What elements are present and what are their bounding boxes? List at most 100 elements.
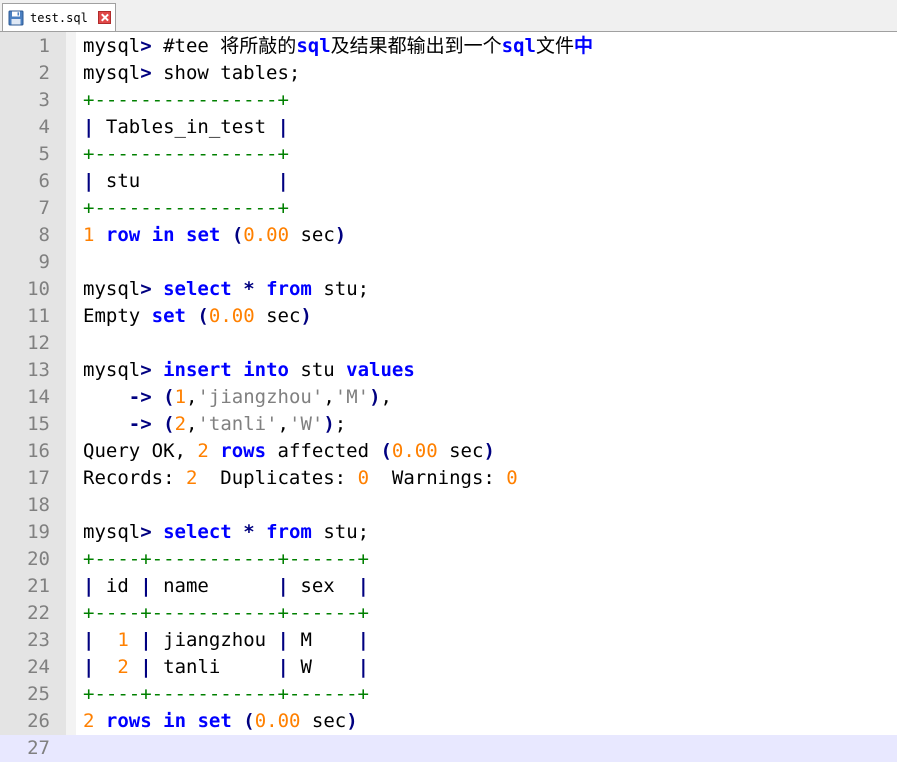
code-line[interactable]: 4 | Tables_in_test | bbox=[0, 114, 897, 141]
code-text: mysql> insert into stu values bbox=[83, 357, 415, 384]
code-line[interactable]: 21 | id | name | sex | bbox=[0, 573, 897, 600]
code-token: sec bbox=[437, 440, 484, 462]
code-token: 2 bbox=[83, 710, 95, 732]
code-line[interactable]: 16 Query OK, 2 rows affected (0.00 sec) bbox=[0, 438, 897, 465]
code-token: tanli bbox=[151, 656, 278, 678]
code-token: affected bbox=[266, 440, 381, 462]
code-token: id bbox=[94, 575, 141, 597]
code-line[interactable]: 24 | 2 | tanli | W | bbox=[0, 654, 897, 681]
code-line[interactable]: 19 mysql> select * from stu; bbox=[0, 519, 897, 546]
code-text: Records: 2 Duplicates: 0 Warnings: 0 bbox=[83, 465, 518, 492]
code-token: sql bbox=[501, 35, 536, 57]
code-token: ) bbox=[369, 386, 381, 408]
code-text: | Tables_in_test | bbox=[83, 114, 289, 141]
code-line[interactable]: 13 mysql> insert into stu values bbox=[0, 357, 897, 384]
line-number: 10 bbox=[27, 278, 50, 300]
code-token: 0 bbox=[357, 467, 370, 489]
code-line[interactable]: 10 mysql> select * from stu; bbox=[0, 276, 897, 303]
code-line[interactable]: 8 1 row in set (0.00 sec) bbox=[0, 222, 897, 249]
code-token: into bbox=[243, 359, 289, 381]
line-number: 20 bbox=[27, 548, 50, 570]
line-number: 2 bbox=[38, 62, 50, 84]
code-token: * bbox=[243, 521, 255, 543]
code-text: +----------------+ bbox=[83, 87, 289, 114]
code-token: 将所敲的 bbox=[220, 35, 297, 57]
code-line[interactable]: 6 | stu | bbox=[0, 168, 897, 195]
code-line[interactable]: 7 +----------------+ bbox=[0, 195, 897, 222]
code-editor[interactable]: 1 mysql> #tee 将所敲的sql及结果都输出到一个sql文件中 2 mysq… bbox=[0, 32, 897, 762]
code-text: | stu | bbox=[83, 168, 289, 195]
code-text: +----+-----------+------+ bbox=[83, 681, 369, 708]
code-token: > bbox=[140, 359, 152, 381]
code-line[interactable]: 27 bbox=[0, 735, 897, 762]
code-token: stu; bbox=[311, 521, 370, 543]
line-number: 19 bbox=[27, 521, 50, 543]
code-text: | 1 | jiangzhou | M | bbox=[83, 627, 369, 654]
code-token: +----------------+ bbox=[83, 197, 289, 219]
code-token: | bbox=[140, 656, 152, 678]
code-token: Tables_in_test bbox=[94, 116, 278, 138]
code-token: 1 bbox=[174, 386, 187, 408]
code-line[interactable]: 17 Records: 2 Duplicates: 0 Warnings: 0 bbox=[0, 465, 897, 492]
code-token: 2 bbox=[197, 440, 209, 462]
line-number: 7 bbox=[38, 197, 50, 219]
code-line[interactable]: 12 bbox=[0, 330, 897, 357]
code-token: sec bbox=[254, 305, 301, 327]
code-token: ) bbox=[300, 305, 312, 327]
code-line[interactable]: 14 -> (1,'jiangzhou','M'), bbox=[0, 384, 897, 411]
code-line[interactable]: 15 -> (2,'tanli','W'); bbox=[0, 411, 897, 438]
code-token: , bbox=[186, 386, 198, 408]
code-token: 2 bbox=[117, 656, 129, 678]
code-line[interactable]: 11 Empty set (0.00 sec) bbox=[0, 303, 897, 330]
code-line[interactable]: 9 bbox=[0, 249, 897, 276]
code-token: Duplicates: bbox=[197, 467, 358, 489]
code-text: | id | name | sex | bbox=[83, 573, 369, 600]
code-line[interactable]: 2 mysql> show tables; bbox=[0, 60, 897, 87]
line-number: 18 bbox=[27, 494, 50, 516]
code-token: | bbox=[83, 656, 95, 678]
code-token: , bbox=[380, 386, 392, 408]
code-token: show tables; bbox=[151, 62, 301, 84]
file-tab[interactable]: test.sql bbox=[2, 3, 116, 31]
code-line[interactable]: 1 mysql> #tee 将所敲的sql及结果都输出到一个sql文件中 bbox=[0, 33, 897, 60]
code-token: | bbox=[140, 629, 152, 651]
code-token: select bbox=[163, 521, 232, 543]
code-token: select bbox=[163, 278, 232, 300]
code-token: insert bbox=[163, 359, 232, 381]
code-token: | bbox=[83, 575, 95, 597]
code-token: 0.00 bbox=[254, 710, 301, 732]
close-icon[interactable] bbox=[98, 11, 111, 24]
line-number: 3 bbox=[38, 89, 50, 111]
code-token: sec bbox=[300, 710, 347, 732]
code-token: ( bbox=[163, 413, 175, 435]
code-line[interactable]: 22 +----+-----------+------+ bbox=[0, 600, 897, 627]
code-token: set bbox=[186, 224, 221, 246]
code-line[interactable]: 23 | 1 | jiangzhou | M | bbox=[0, 627, 897, 654]
line-number: 22 bbox=[27, 602, 50, 624]
code-line[interactable]: 20 +----+-----------+------+ bbox=[0, 546, 897, 573]
code-line[interactable]: 5 +----------------+ bbox=[0, 141, 897, 168]
code-line[interactable]: 18 bbox=[0, 492, 897, 519]
line-number: 9 bbox=[38, 251, 50, 273]
code-token: stu; bbox=[311, 278, 370, 300]
code-token: 及结果都输出到一个 bbox=[330, 35, 502, 57]
code-line[interactable]: 26 2 rows in set (0.00 sec) bbox=[0, 708, 897, 735]
code-token: | bbox=[83, 629, 95, 651]
code-line[interactable]: 25 +----+-----------+------+ bbox=[0, 681, 897, 708]
code-token: #tee bbox=[151, 35, 221, 57]
code-text: 1 row in set (0.00 sec) bbox=[83, 222, 346, 249]
code-text: -> (1,'jiangzhou','M'), bbox=[83, 384, 392, 411]
code-line[interactable]: 3 +----------------+ bbox=[0, 87, 897, 114]
code-token: , bbox=[277, 413, 289, 435]
code-token: > bbox=[140, 62, 152, 84]
code-token: | bbox=[83, 116, 95, 138]
